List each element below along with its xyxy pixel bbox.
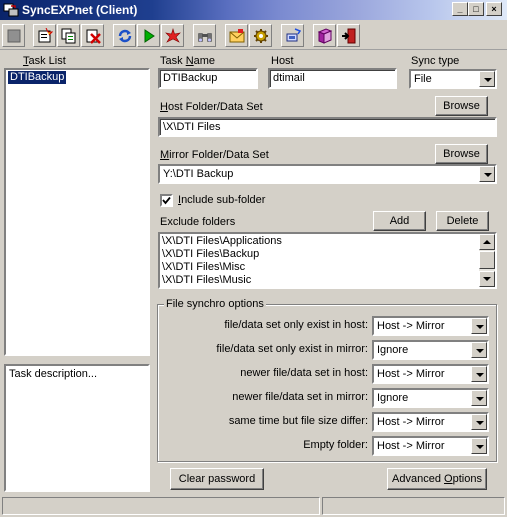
mirror-folder-value: Y:\DTI Backup [163,168,234,180]
help-book-icon [317,28,333,44]
window-title: SyncEXPnet (Client) [22,3,138,17]
synchro-option-value: Ignore [377,392,409,404]
exit-button[interactable] [337,24,360,47]
refresh-sync-button[interactable] [113,24,136,47]
synchro-option-select[interactable]: Host -> Mirror [372,364,489,384]
exclude-scrollbar[interactable] [479,234,495,287]
synchro-option-label: Empty folder: [303,439,368,451]
scroll-up-icon[interactable] [479,234,495,250]
file-synchro-title: File synchro options [164,298,266,310]
chevron-down-icon [471,366,487,382]
include-subfolder-checkbox[interactable] [160,194,173,207]
title-bar: SyncEXPnet (Client) _ □ × [0,0,507,20]
status-bar-secondary [322,497,505,515]
synchro-option-value: Host -> Mirror [377,368,445,380]
find-button[interactable] [193,24,216,47]
synchro-option-label: same time but file size differ: [228,415,368,427]
status-bar-main [2,497,320,515]
new-task-button[interactable] [33,24,56,47]
synchro-option-label: file/data set only exist in mirror: [216,343,368,355]
advanced-options-button[interactable]: Advanced Options [387,468,487,490]
mirror-folder-label: Mirror Folder/Data Set [160,149,269,161]
run-button[interactable] [137,24,160,47]
chevron-down-icon [471,342,487,358]
list-item[interactable]: \X\DTI Files\Misc [162,261,245,274]
exclude-folders-list[interactable]: \X\DTI Files\Applications \X\DTI Files\B… [158,232,497,289]
stop-button[interactable] [2,24,25,47]
mirror-folder-select[interactable]: Y:\DTI Backup [158,164,497,184]
new-task-icon [38,28,53,43]
list-item[interactable]: \X\DTI Files\Applications [162,235,282,248]
gear-settings-icon [254,29,268,43]
mail-icon [229,29,245,43]
sync-type-select[interactable]: File [409,69,497,89]
copy-task-button[interactable] [57,24,80,47]
clear-password-button[interactable]: Clear password [170,468,264,490]
host-input[interactable]: dtimail [268,68,397,89]
synchro-option-select[interactable]: Host -> Mirror [372,316,489,336]
mail-button[interactable] [225,24,248,47]
binoculars-icon [198,33,212,42]
task-description-text: Task description... [9,368,98,380]
chevron-down-icon [471,438,487,454]
checkmark-icon [162,196,171,205]
host-folder-label: Host Folder/Data Set [160,101,263,113]
list-item[interactable]: \X\DTI Files\Music [162,274,251,287]
copy-task-icon [61,28,76,44]
task-list-item[interactable]: DTIBackup [8,71,67,84]
synchro-option-select[interactable]: Host -> Mirror [372,436,489,456]
list-item[interactable]: \X\DTI Files\Backup [162,248,259,261]
computer-network-icon [286,28,301,42]
synchro-option-label: newer file/data set in host: [240,367,368,379]
minimize-button[interactable]: _ [452,2,468,16]
task-list-label: Task List [23,55,66,67]
task-description[interactable]: Task description... [4,364,150,492]
synchro-option-label: newer file/data set in mirror: [232,391,368,403]
maximize-button[interactable]: □ [468,2,484,16]
sync-app-icon [3,3,19,17]
chevron-down-icon [479,166,495,182]
task-list[interactable]: DTIBackup [4,68,150,356]
synchro-option-value: Host -> Mirror [377,320,445,332]
scroll-down-icon[interactable] [479,271,495,287]
synchro-option-value: Ignore [377,344,409,356]
scroll-thumb[interactable] [479,251,495,269]
synchro-option-select[interactable]: Ignore [372,340,489,360]
exclude-delete-button[interactable]: Delete [436,211,489,231]
toolbar [0,22,507,50]
host-browse-button[interactable]: Browse [435,96,488,116]
host-folder-input[interactable]: \X\DTI Files [158,117,497,137]
chevron-down-icon [479,71,495,87]
synchro-option-value: Host -> Mirror [377,416,445,428]
synchro-option-value: Host -> Mirror [377,440,445,452]
exclude-folders-label: Exclude folders [160,216,236,228]
chevron-down-icon [471,318,487,334]
delete-task-icon [86,29,101,44]
burst-run-icon [165,28,181,43]
close-button[interactable]: × [486,2,502,16]
help-button[interactable] [313,24,336,47]
exit-door-icon [342,28,356,44]
exclude-add-button[interactable]: Add [373,211,426,231]
network-button[interactable] [281,24,304,47]
task-name-input[interactable]: DTIBackup [158,68,258,89]
task-name-label: Task Name [160,55,216,67]
mirror-browse-button[interactable]: Browse [435,144,488,164]
chevron-down-icon [471,414,487,430]
play-icon [144,29,155,43]
delete-task-button[interactable] [81,24,104,47]
settings-button[interactable] [249,24,272,47]
sync-type-label: Sync type [411,55,460,67]
synchro-option-select[interactable]: Host -> Mirror [372,412,489,432]
sync-type-value: File [414,73,432,85]
synchro-option-select[interactable]: Ignore [372,388,489,408]
host-label: Host [271,55,294,67]
stop-square-icon [7,29,21,43]
burst-run-button[interactable] [161,24,184,47]
include-subfolder-label[interactable]: Include sub-folder [178,194,265,206]
refresh-sync-icon [118,29,132,43]
chevron-down-icon [471,390,487,406]
synchro-option-label: file/data set only exist in host: [224,319,368,331]
